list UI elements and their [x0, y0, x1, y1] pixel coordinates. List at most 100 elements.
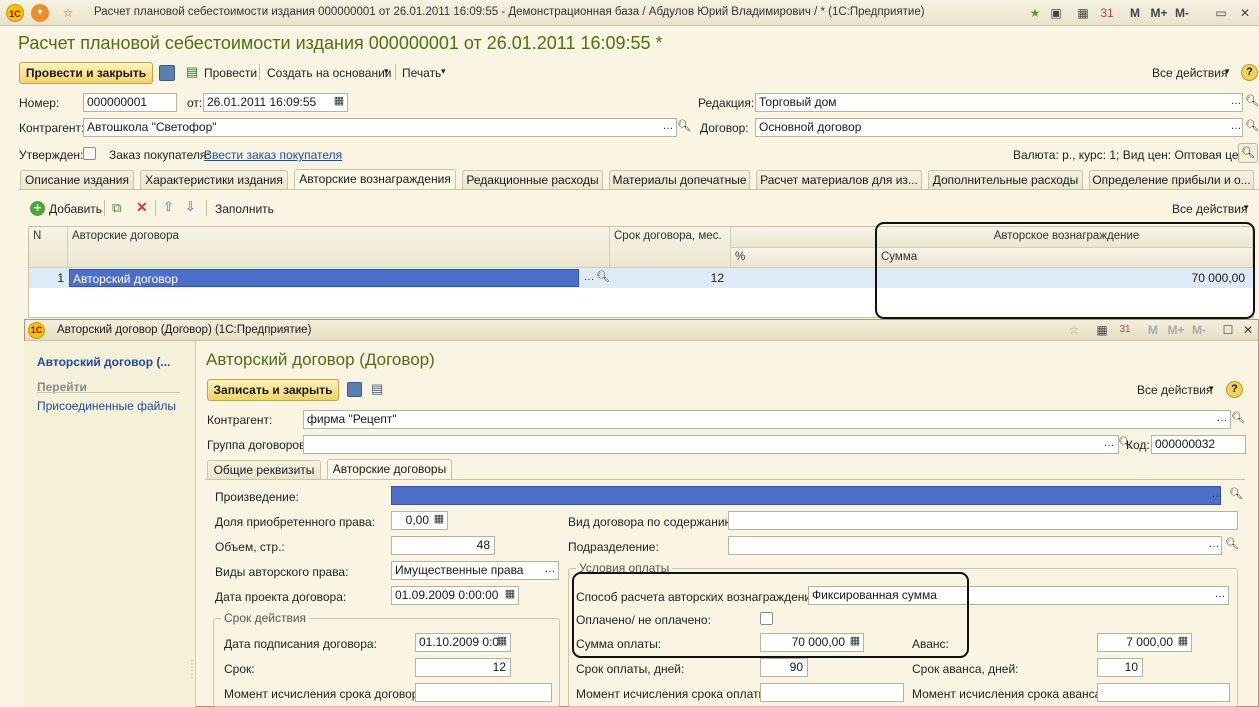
- calculator-icon[interactable]: ▦: [1093, 321, 1111, 339]
- edition-field[interactable]: Торговый дом: [755, 93, 1243, 112]
- volume-field[interactable]: 48: [391, 536, 495, 555]
- calendar-icon[interactable]: 31: [1116, 321, 1134, 339]
- contract-all-actions-button[interactable]: Все действия: [1137, 383, 1212, 397]
- sidebar-item-attached-files[interactable]: Присоединенные файлы: [37, 399, 176, 413]
- search-icon[interactable]: 🔍︎: [1244, 94, 1259, 111]
- tab-materials-calc[interactable]: Расчет материалов для из...: [756, 170, 922, 189]
- tab-editorial-costs[interactable]: Редакционные расходы: [462, 170, 603, 189]
- close-icon[interactable]: ✕: [1239, 321, 1257, 339]
- memory-m-button[interactable]: M: [1126, 4, 1144, 22]
- list-icon[interactable]: ▤: [371, 381, 383, 397]
- fill-button[interactable]: Заполнить: [215, 202, 274, 216]
- calculator-icon[interactable]: ▦: [1175, 634, 1191, 651]
- counterparty-field[interactable]: Автошкола "Светофор": [83, 118, 677, 137]
- column-header-percent[interactable]: %: [731, 248, 877, 268]
- search-icon[interactable]: 🔍︎: [1230, 411, 1246, 428]
- work-field[interactable]: [391, 486, 1221, 505]
- resize-grip[interactable]: ⋮ ⋮: [187, 660, 197, 680]
- memory-m-button[interactable]: M: [1144, 321, 1162, 339]
- memory-mminus-button[interactable]: M-: [1172, 4, 1192, 22]
- column-header-n[interactable]: N: [29, 227, 68, 268]
- enter-order-link[interactable]: Ввести заказ покупателя: [204, 148, 342, 162]
- select-icon[interactable]: …: [542, 562, 558, 579]
- maximize-icon[interactable]: ☐: [1219, 321, 1237, 339]
- move-up-icon[interactable]: ⇧: [163, 199, 174, 215]
- memory-mminus-button[interactable]: M-: [1189, 321, 1209, 339]
- select-icon[interactable]: …: [1214, 411, 1230, 428]
- delete-icon[interactable]: ✕: [136, 199, 148, 216]
- all-actions-button[interactable]: Все действия: [1152, 66, 1227, 80]
- pay-calc-field[interactable]: [760, 683, 904, 702]
- select-icon[interactable]: …: [660, 119, 676, 136]
- help-icon[interactable]: ?: [1226, 381, 1243, 398]
- search-icon[interactable]: 🔍︎: [676, 119, 692, 136]
- calculator-icon[interactable]: ▦: [1074, 4, 1092, 22]
- pay-days-field[interactable]: 90: [760, 658, 808, 677]
- select-icon[interactable]: …: [1101, 436, 1117, 453]
- post-button[interactable]: Провести: [204, 66, 257, 80]
- tab-prepress-materials[interactable]: Материалы допечатные: [609, 170, 750, 189]
- search-icon[interactable]: 🔍︎: [595, 270, 611, 287]
- tab-general[interactable]: Общие реквизиты: [207, 460, 321, 479]
- tab-profit[interactable]: Определение прибыли и о...: [1089, 170, 1254, 189]
- save-icon[interactable]: [347, 382, 362, 397]
- select-icon[interactable]: …: [1228, 119, 1244, 136]
- select-icon[interactable]: …: [1228, 94, 1244, 111]
- row-contract-cell[interactable]: Авторский договор: [69, 269, 579, 287]
- contract-group-field[interactable]: [303, 435, 1119, 454]
- search-icon[interactable]: 🔍︎: [1228, 487, 1244, 504]
- adv-days-field[interactable]: 10: [1097, 658, 1143, 677]
- search-icon[interactable]: 🔍︎: [1238, 143, 1258, 163]
- term-field[interactable]: 12: [415, 658, 511, 677]
- close-icon[interactable]: ✕: [1236, 4, 1254, 22]
- column-header-contracts[interactable]: Авторские договора: [68, 227, 610, 268]
- sidebar-item-contract[interactable]: Авторский договор (...: [37, 355, 170, 369]
- column-header-term[interactable]: Срок договора, мес.: [610, 227, 731, 268]
- calendar-picker-icon[interactable]: ▦: [502, 587, 518, 604]
- draft-date-field[interactable]: 01.09.2009 0:00:00: [391, 586, 519, 605]
- row-percent-cell[interactable]: [731, 268, 877, 288]
- calendar-icon[interactable]: 31: [1098, 4, 1116, 22]
- calendar-picker-icon[interactable]: ▦: [494, 634, 510, 651]
- favorites-star-icon[interactable]: ☆: [1065, 321, 1083, 339]
- post-icon[interactable]: ▤: [186, 64, 198, 80]
- add-icon[interactable]: +: [30, 201, 45, 216]
- contract-field[interactable]: Основной договор: [755, 118, 1243, 137]
- code-field[interactable]: 000000032: [1151, 435, 1246, 454]
- move-down-icon[interactable]: ⇩: [185, 199, 196, 215]
- save-icon[interactable]: [159, 65, 175, 81]
- term-calc-field[interactable]: [415, 683, 552, 702]
- favorites-star-icon[interactable]: ☆: [59, 4, 77, 22]
- add-button[interactable]: Добавить: [49, 202, 102, 216]
- save-and-close-button[interactable]: Записать и закрыть: [207, 379, 339, 401]
- search-icon[interactable]: 🔍︎: [1224, 537, 1240, 554]
- tab-author-rewards[interactable]: Авторские вознаграждения: [294, 169, 456, 189]
- print-button[interactable]: Печать: [402, 66, 441, 80]
- kind-field[interactable]: [728, 511, 1238, 530]
- history-icon[interactable]: ▣: [1047, 4, 1065, 22]
- contract-counterparty-field[interactable]: фирма "Рецепт": [303, 410, 1231, 429]
- post-and-close-button[interactable]: Провести и закрыть: [19, 62, 153, 84]
- memory-mplus-button[interactable]: M+: [1165, 321, 1187, 339]
- table-all-actions-button[interactable]: Все действия: [1172, 202, 1247, 216]
- main-menu-icon[interactable]: ▾: [31, 4, 49, 22]
- calculator-icon[interactable]: ▦: [431, 512, 447, 529]
- tab-characteristics[interactable]: Характеристики издания: [140, 170, 288, 189]
- add-favorites-icon[interactable]: ★: [1026, 4, 1044, 22]
- adv-calc-field[interactable]: [1097, 683, 1230, 702]
- calendar-picker-icon[interactable]: ▦: [331, 94, 347, 111]
- select-icon[interactable]: …: [1212, 587, 1228, 604]
- rights-field[interactable]: Имущественные права: [391, 561, 559, 580]
- row-term-cell[interactable]: 12: [611, 268, 728, 288]
- tab-additional-costs[interactable]: Дополнительные расходы: [928, 170, 1083, 189]
- tab-author-contracts[interactable]: Авторские договоры: [327, 459, 452, 479]
- tab-description[interactable]: Описание издания: [20, 170, 134, 189]
- memory-mplus-button[interactable]: M+: [1148, 4, 1170, 22]
- number-field[interactable]: 000000001: [83, 93, 177, 112]
- select-icon[interactable]: …: [1209, 487, 1225, 504]
- division-field[interactable]: [728, 536, 1222, 555]
- create-based-on-button[interactable]: Создать на основании: [267, 66, 392, 80]
- minimize-icon[interactable]: ▭: [1212, 4, 1230, 22]
- search-icon[interactable]: 🔍︎: [1244, 119, 1259, 136]
- help-icon[interactable]: ?: [1241, 64, 1258, 81]
